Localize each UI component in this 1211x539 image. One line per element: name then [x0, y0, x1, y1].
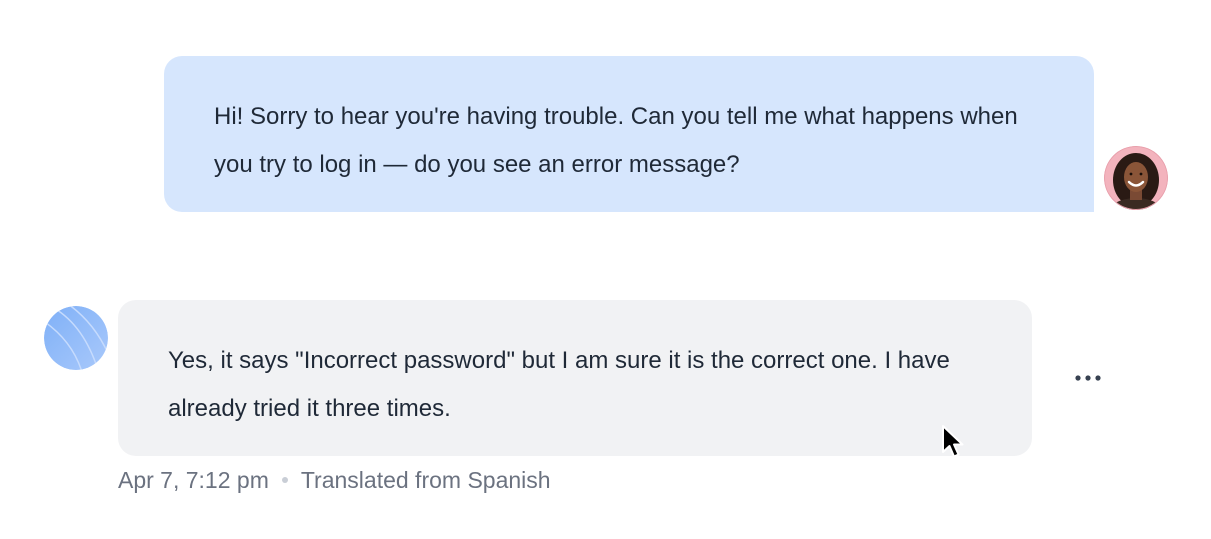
- agent-avatar-image: [1104, 146, 1168, 210]
- translation-note[interactable]: Translated from Spanish: [301, 467, 551, 494]
- agent-message-bubble[interactable]: Hi! Sorry to hear you're having trouble.…: [164, 56, 1094, 212]
- message-meta: Apr 7, 7:12 pm Translated from Spanish: [118, 464, 551, 496]
- more-horizontal-icon: [1075, 375, 1101, 381]
- agent-message-text: Hi! Sorry to hear you're having trouble.…: [214, 103, 1018, 178]
- message-timestamp: Apr 7, 7:12 pm: [118, 466, 269, 493]
- conversation-view: Hi! Sorry to hear you're having trouble.…: [0, 0, 1211, 539]
- agent-avatar[interactable]: [1104, 146, 1168, 210]
- customer-avatar[interactable]: [44, 306, 108, 370]
- mouse-pointer-icon: [942, 425, 964, 458]
- customer-message-bubble[interactable]: Yes, it says "Incorrect password" but I …: [118, 300, 1032, 456]
- customer-message-text: Yes, it says "Incorrect password" but I …: [168, 347, 950, 422]
- customer-avatar-image: [44, 306, 108, 370]
- meta-separator-dot: [281, 477, 288, 483]
- message-more-actions-button[interactable]: [1068, 362, 1108, 394]
